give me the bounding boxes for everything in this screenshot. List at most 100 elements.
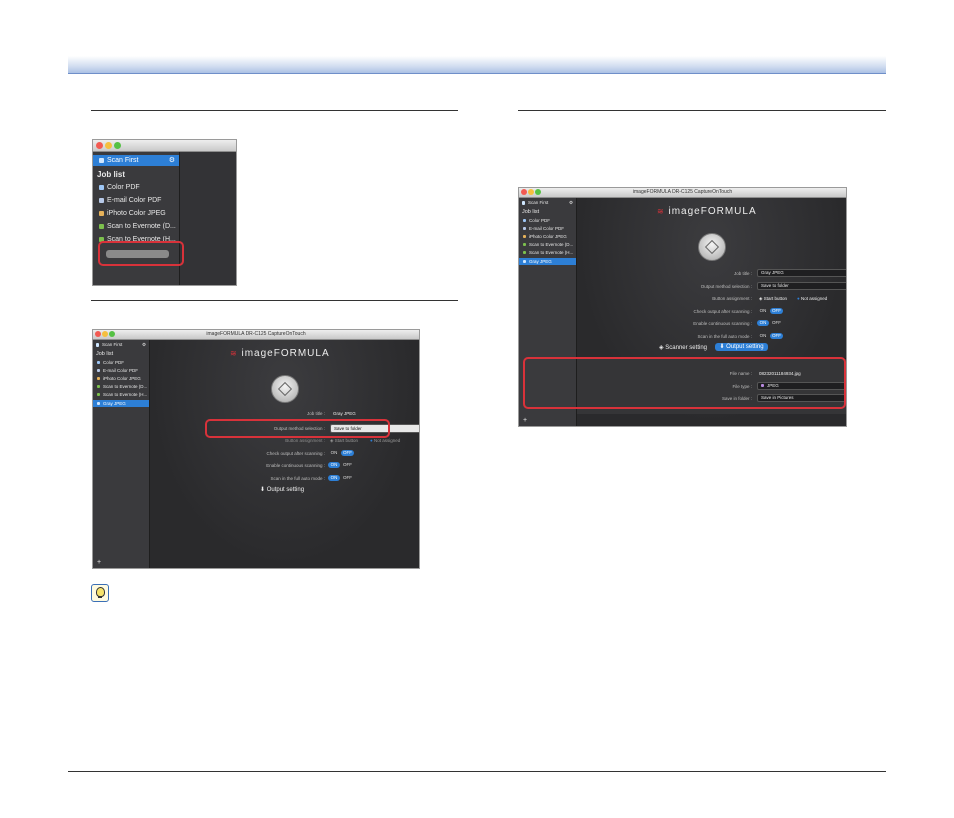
- full-auto-off[interactable]: OFF: [770, 333, 783, 339]
- minimize-button[interactable]: [102, 331, 108, 337]
- zoom-button[interactable]: [535, 189, 541, 195]
- screenshot-output-method: imageFORMULA DR-C125 CaptureOnTouch Scan…: [92, 329, 420, 569]
- folder-icon: [97, 361, 100, 365]
- mail-icon: [523, 227, 526, 231]
- evernote-icon: [97, 385, 100, 389]
- image-icon: [97, 402, 100, 406]
- logo-mark-icon: ≋: [230, 349, 238, 358]
- check-output-off[interactable]: OFF: [770, 308, 783, 314]
- job-item-2[interactable]: E-mail Color PDF: [93, 197, 179, 204]
- continuous-label: Enable continuous scanning :: [266, 463, 325, 468]
- job-list-heading: Job list: [522, 209, 540, 215]
- scan-start-button[interactable]: [271, 375, 299, 403]
- job-item-4[interactable]: Scan to Evernote (D...: [93, 384, 149, 389]
- section-rule-left-2: [91, 300, 458, 301]
- minimize-button[interactable]: [105, 142, 112, 149]
- imageformula-logo: ≋ imageFORMULA: [657, 206, 757, 217]
- add-job-button[interactable]: +: [519, 417, 576, 424]
- job-item-4[interactable]: Scan to Evernote (D...: [519, 242, 576, 247]
- start-button-radio[interactable]: ◈ Start button: [759, 296, 787, 302]
- folder-icon: [99, 184, 104, 190]
- job-item-selected[interactable]: Gray JPEG: [93, 400, 149, 407]
- job-item-2[interactable]: E-mail Color PDF: [519, 226, 576, 231]
- job-item-selected[interactable]: Gray JPEG: [519, 258, 576, 265]
- section-rule-right-1: [518, 110, 886, 111]
- highlight-new-job: [98, 241, 184, 266]
- job-title-value: Gray JPEG: [333, 411, 356, 416]
- check-output-label: Check output after scanning :: [266, 451, 325, 456]
- job-item-1[interactable]: Color PDF: [519, 218, 576, 223]
- document-icon: [522, 200, 525, 205]
- mail-icon: [99, 197, 104, 203]
- add-job-button[interactable]: +: [93, 559, 149, 566]
- full-auto-off[interactable]: OFF: [341, 475, 354, 481]
- not-assigned-radio[interactable]: ● Not assigned: [370, 438, 400, 443]
- not-assigned-radio[interactable]: ● Not assigned: [797, 296, 827, 301]
- sidebar: Scan First ⚙ Job list Color PDF E-mail Co…: [93, 340, 150, 568]
- radio-selected-icon: ●: [797, 296, 800, 301]
- scan-first-item[interactable]: Scan First ⚙: [93, 342, 149, 347]
- gear-icon[interactable]: ⚙: [169, 155, 175, 166]
- full-auto-label: Scan in the full auto mode :: [270, 476, 325, 481]
- continuous-off[interactable]: OFF: [770, 320, 783, 326]
- output-setting-button[interactable]: ⬇ Output setting: [715, 343, 768, 351]
- button-assignment-label: Button assignment :: [285, 438, 325, 443]
- full-auto-on[interactable]: ON: [757, 333, 769, 339]
- zoom-button[interactable]: [109, 331, 115, 337]
- close-button[interactable]: [96, 142, 103, 149]
- job-item-3[interactable]: iPhoto Color JPEG: [93, 210, 179, 217]
- job-item-3[interactable]: iPhoto Color JPEG: [519, 234, 576, 239]
- job-item-4[interactable]: Scan to Evernote (D...: [93, 223, 179, 230]
- job-title-input[interactable]: Gray JPEG: [757, 269, 846, 277]
- gear-icon[interactable]: ⚙: [142, 342, 146, 348]
- logo-mark-icon: ≋: [657, 207, 665, 216]
- zoom-button[interactable]: [114, 142, 121, 149]
- tip-icon: [91, 584, 109, 602]
- radio-selected-icon: ●: [370, 438, 373, 443]
- scan-first-item[interactable]: Scan First ⚙: [93, 155, 179, 166]
- job-item-1[interactable]: Color PDF: [93, 184, 179, 191]
- continuous-off[interactable]: OFF: [341, 462, 354, 468]
- full-auto-on[interactable]: ON: [328, 475, 340, 481]
- job-item-5[interactable]: Scan to Evernote (H...: [93, 392, 149, 397]
- job-item-2[interactable]: E-mail Color PDF: [93, 368, 149, 373]
- continuous-label: Enable continuous scanning :: [693, 321, 752, 326]
- diamond-icon: ◈: [659, 345, 664, 351]
- scan-start-button[interactable]: [698, 233, 726, 261]
- output-method-select[interactable]: Save to folder⇕: [757, 282, 846, 290]
- check-output-label: Check output after scanning :: [693, 309, 752, 314]
- page-header-band: [68, 56, 886, 74]
- check-output-on[interactable]: ON: [757, 308, 769, 314]
- check-output-off[interactable]: OFF: [341, 450, 354, 456]
- minimize-button[interactable]: [528, 189, 534, 195]
- job-item-5[interactable]: Scan to Evernote (H...: [519, 250, 576, 255]
- main-area: [180, 152, 236, 285]
- gear-icon[interactable]: ⚙: [569, 200, 573, 206]
- output-setting-button[interactable]: ⬇ Output setting: [260, 486, 304, 493]
- output-method-label: Output method selection :: [700, 284, 752, 289]
- button-assignment-label: Button assignment :: [712, 296, 752, 301]
- main-area: ≋ imageFORMULA Job title : Gray JPEG Out…: [150, 340, 419, 568]
- check-output-on[interactable]: ON: [328, 450, 340, 456]
- document-icon: [99, 157, 104, 163]
- scanner-setting-button[interactable]: ◈ Scanner setting: [659, 344, 707, 351]
- start-button-radio[interactable]: ◈ Start button: [330, 438, 358, 444]
- download-arrow-icon: ⬇: [719, 344, 725, 350]
- job-item-3[interactable]: iPhoto Color JPEG: [93, 376, 149, 381]
- close-button[interactable]: [95, 331, 101, 337]
- title-bar: imageFORMULA DR-C125 CaptureOnTouch: [93, 330, 419, 340]
- download-arrow-icon: ⬇: [260, 487, 266, 493]
- close-button[interactable]: [521, 189, 527, 195]
- photo-icon: [523, 235, 526, 239]
- page-header-rule: [68, 73, 886, 74]
- image-icon: [523, 260, 526, 264]
- start-diamond-icon: [277, 381, 293, 397]
- scan-first-item[interactable]: Scan First ⚙: [519, 200, 576, 205]
- continuous-on[interactable]: ON: [757, 320, 769, 326]
- mail-icon: [97, 369, 100, 373]
- job-item-1[interactable]: Color PDF: [93, 360, 149, 365]
- continuous-on[interactable]: ON: [328, 462, 340, 468]
- highlight-output-panel: [523, 357, 846, 409]
- chevron-updown-icon: ⇕: [846, 383, 847, 389]
- imageformula-logo: ≋ imageFORMULA: [230, 348, 330, 359]
